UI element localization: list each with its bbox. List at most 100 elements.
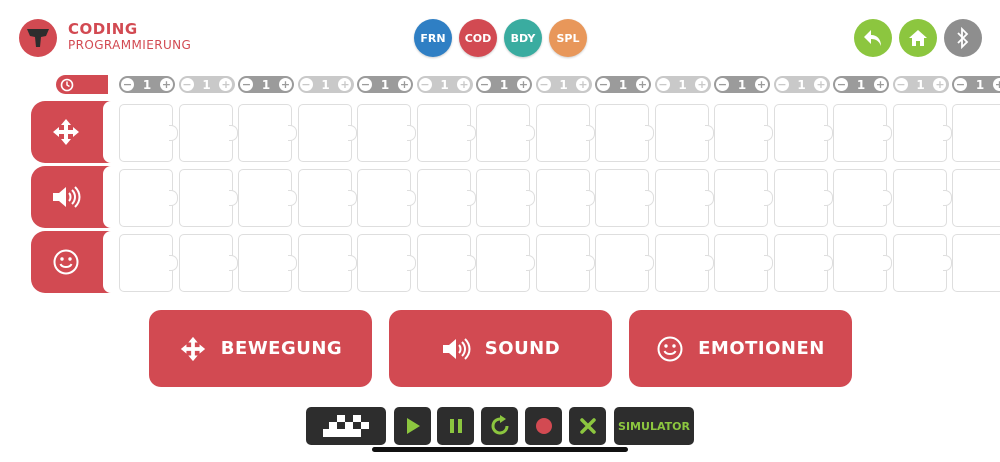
simulator-button[interactable]: SIMULATOR	[614, 407, 694, 445]
timer-tab[interactable]	[56, 75, 108, 94]
track-slot[interactable]	[476, 104, 535, 162]
track-slot[interactable]	[654, 169, 714, 227]
track-slot[interactable]	[238, 169, 297, 227]
increment-button[interactable]: +	[754, 78, 768, 91]
record-button[interactable]	[525, 407, 562, 445]
checkered-flag-button[interactable]	[306, 407, 386, 445]
track-slot[interactable]	[357, 234, 416, 292]
track-slot[interactable]	[714, 234, 773, 292]
decrement-button[interactable]: −	[894, 78, 908, 91]
track-slot[interactable]	[654, 234, 714, 292]
play-button[interactable]	[394, 407, 431, 445]
mode-button-cod[interactable]: COD	[459, 19, 497, 57]
track-slot[interactable]	[654, 104, 714, 162]
track-slot[interactable]	[833, 169, 892, 227]
track-slot[interactable]	[416, 169, 476, 227]
decrement-button[interactable]: −	[299, 78, 313, 91]
track-slot[interactable]	[892, 234, 952, 292]
increment-button[interactable]: +	[397, 78, 411, 91]
track-slot[interactable]	[892, 169, 952, 227]
track-slot[interactable]	[238, 234, 297, 292]
track-tab-sound[interactable]	[31, 166, 115, 228]
track-slot[interactable]	[178, 234, 238, 292]
increment-button[interactable]: +	[695, 78, 709, 91]
loop-button[interactable]	[481, 407, 518, 445]
bluetooth-button[interactable]	[944, 19, 982, 57]
track-slot[interactable]	[238, 104, 297, 162]
track-slot[interactable]	[595, 104, 654, 162]
increment-button[interactable]: +	[159, 78, 173, 91]
track-slot[interactable]	[714, 104, 773, 162]
decrement-button[interactable]: −	[716, 78, 729, 91]
track-slot[interactable]	[535, 104, 595, 162]
category-button-movement[interactable]: BEWEGUNG	[149, 310, 372, 387]
clear-button[interactable]	[569, 407, 606, 445]
track-slot[interactable]	[119, 104, 178, 162]
record-icon	[535, 418, 552, 434]
mode-button-frn[interactable]: FRN	[414, 19, 452, 57]
category-button-emotions[interactable]: EMOTIONEN	[629, 310, 852, 387]
track-slot[interactable]	[892, 104, 952, 162]
decrement-button[interactable]: −	[180, 78, 194, 91]
track-slot[interactable]	[178, 104, 238, 162]
track-slot[interactable]	[952, 234, 1000, 292]
decrement-button[interactable]: −	[656, 78, 670, 91]
track-slot[interactable]	[416, 234, 476, 292]
increment-button[interactable]: +	[635, 78, 649, 91]
track-slot[interactable]	[595, 234, 654, 292]
track-slot[interactable]	[952, 169, 1000, 227]
pause-button[interactable]	[437, 407, 474, 445]
decrement-button[interactable]: −	[418, 78, 432, 91]
increment-button[interactable]: +	[814, 78, 828, 91]
track-slot[interactable]	[535, 169, 595, 227]
increment-button[interactable]: +	[219, 78, 233, 91]
track-slot[interactable]	[773, 169, 833, 227]
track-slot[interactable]	[833, 104, 892, 162]
track-slot[interactable]	[476, 234, 535, 292]
decrement-button[interactable]: −	[121, 78, 134, 91]
track-tab-emotions[interactable]	[31, 231, 115, 293]
track-slot[interactable]	[357, 104, 416, 162]
duration-counter: −1 +	[297, 76, 354, 93]
duration-counter: −1 +	[714, 76, 770, 93]
decrement-button[interactable]: −	[240, 78, 253, 91]
track-slot[interactable]	[833, 234, 892, 292]
track-slot[interactable]	[714, 169, 773, 227]
home-button[interactable]	[899, 19, 937, 57]
category-button-sound[interactable]: SOUND	[389, 310, 612, 387]
mode-button-bdy[interactable]: BDY	[504, 19, 542, 57]
increment-button[interactable]: +	[278, 78, 292, 91]
track-slot[interactable]	[476, 169, 535, 227]
track-slot[interactable]	[297, 104, 357, 162]
track-slot[interactable]	[535, 234, 595, 292]
mode-button-spl[interactable]: SPL	[549, 19, 587, 57]
increment-button[interactable]: +	[338, 78, 352, 91]
decrement-button[interactable]: −	[359, 78, 372, 91]
decrement-button[interactable]: −	[954, 78, 967, 91]
track-slot[interactable]	[297, 169, 357, 227]
decrement-button[interactable]: −	[597, 78, 610, 91]
decrement-button[interactable]: −	[537, 78, 551, 91]
track-slot[interactable]	[297, 234, 357, 292]
increment-button[interactable]: +	[516, 78, 530, 91]
track-slot[interactable]	[416, 104, 476, 162]
decrement-button[interactable]: −	[775, 78, 789, 91]
increment-button[interactable]: +	[992, 78, 1000, 91]
track-slot[interactable]	[119, 234, 178, 292]
track-tab-movement[interactable]	[31, 101, 115, 163]
track-slot[interactable]	[178, 169, 238, 227]
back-button[interactable]	[854, 19, 892, 57]
track-slot[interactable]	[773, 104, 833, 162]
increment-button[interactable]: +	[873, 78, 887, 91]
decrement-button[interactable]: −	[835, 78, 848, 91]
track-slot[interactable]	[773, 234, 833, 292]
track-slot[interactable]	[119, 169, 178, 227]
increment-button[interactable]: +	[933, 78, 947, 91]
increment-button[interactable]: +	[457, 78, 471, 91]
track-slot[interactable]	[952, 104, 1000, 162]
duration-counter: −1 +	[178, 76, 235, 93]
track-slot[interactable]	[357, 169, 416, 227]
track-slot[interactable]	[595, 169, 654, 227]
decrement-button[interactable]: −	[478, 78, 491, 91]
increment-button[interactable]: +	[576, 78, 590, 91]
